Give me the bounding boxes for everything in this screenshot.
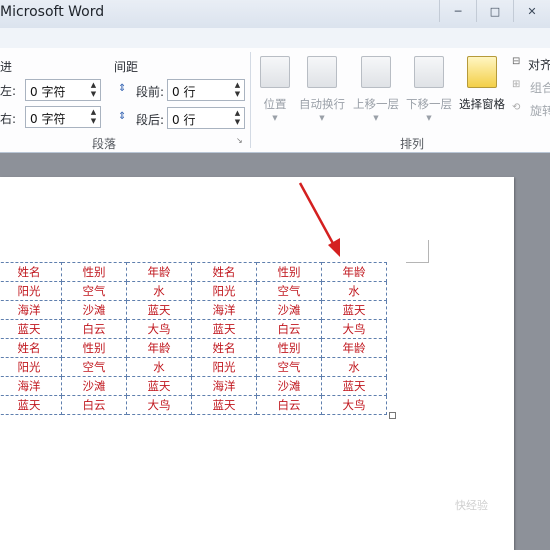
watermark: 快经验: [455, 499, 488, 512]
red-arrow-icon: [298, 182, 340, 257]
arrow-head: [328, 238, 340, 257]
arrow-shaft: [298, 182, 338, 250]
